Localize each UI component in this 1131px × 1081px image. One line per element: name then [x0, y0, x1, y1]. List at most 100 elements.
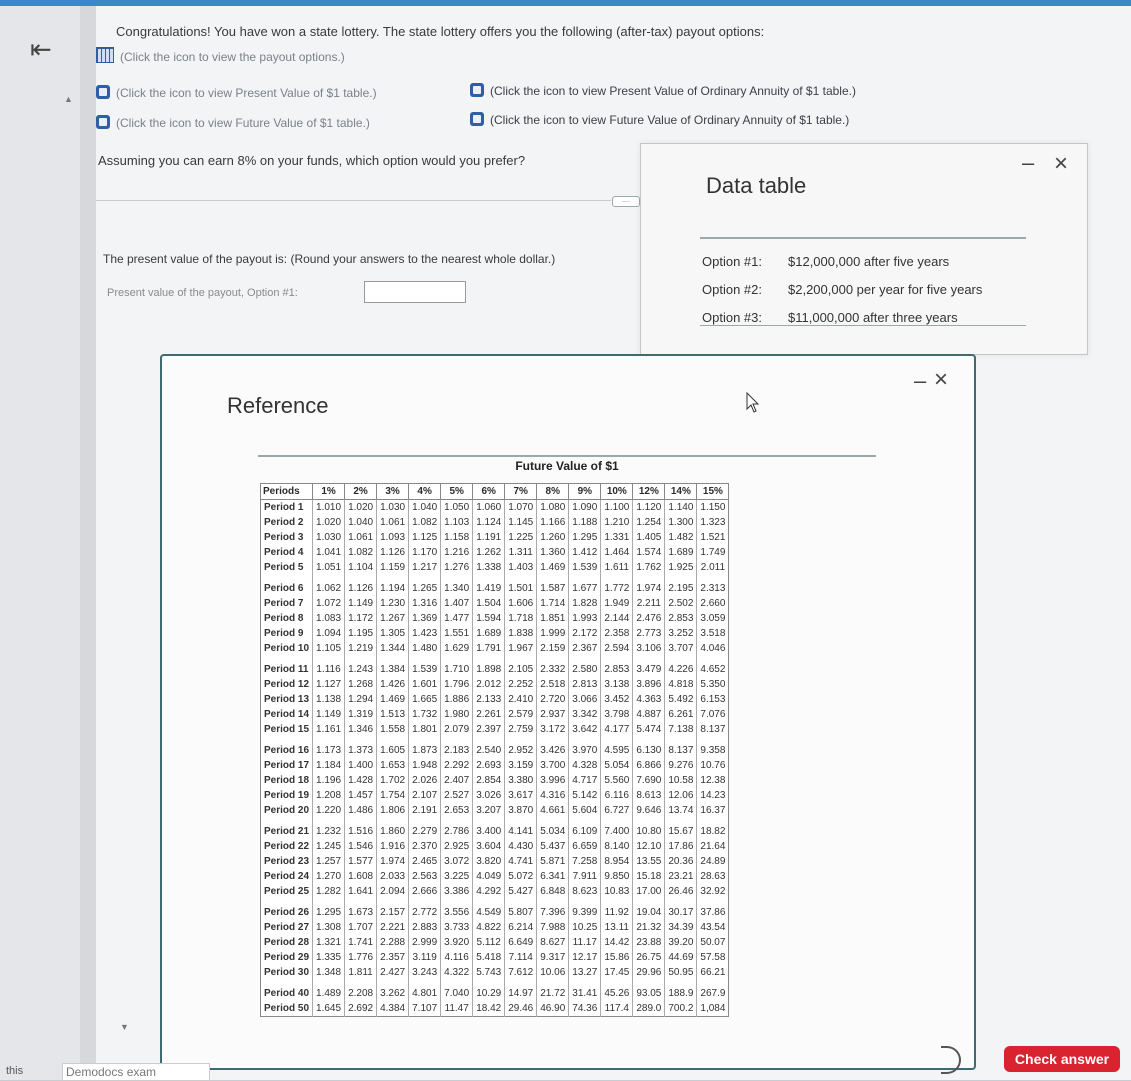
table-cell: 2.011: [696, 560, 729, 575]
table-cell: 23.21: [664, 869, 697, 884]
period-label: Period 28: [259, 935, 313, 950]
period-label: Period 22: [259, 839, 313, 854]
option-label: Option #2:: [702, 282, 762, 297]
document-icon[interactable]: [470, 112, 484, 126]
table-cell: 1.754: [376, 788, 409, 803]
table-cell: 3.733: [440, 920, 473, 935]
table-cell: 2.773: [632, 626, 665, 641]
pv-table-link[interactable]: (Click the icon to view Present Value of…: [96, 85, 377, 100]
table-cell: 1.090: [568, 499, 601, 515]
footer-text: this: [6, 1065, 24, 1077]
table-cell: 3.700: [536, 758, 569, 773]
table-cell: 13.27: [568, 965, 601, 980]
close-icon[interactable]: ×: [934, 366, 948, 394]
table-cell: 10.06: [536, 965, 569, 980]
table-cell: 4.801: [408, 980, 441, 1001]
table-cell: 10.83: [600, 884, 633, 899]
document-icon[interactable]: [96, 115, 110, 129]
document-icon[interactable]: [470, 83, 484, 97]
table-cell: 3.225: [440, 869, 473, 884]
table-cell: 6.341: [536, 869, 569, 884]
table-cell: 1.967: [504, 641, 537, 656]
table-cell: 2.693: [472, 758, 505, 773]
table-cell: 1.208: [312, 788, 345, 803]
table-cell: 2.540: [472, 737, 505, 758]
table-cell: 1.210: [600, 515, 633, 530]
divider: [258, 455, 876, 457]
table-cell: 2.594: [600, 641, 633, 656]
scroll-down-icon[interactable]: ▼: [120, 1022, 129, 1032]
table-cell: 1.188: [568, 515, 601, 530]
table-cell: 700.2: [664, 1001, 697, 1017]
footer-tab[interactable]: Demodocs exam: [62, 1063, 210, 1081]
table-cell: 1.243: [344, 656, 377, 677]
table-cell: 4.328: [568, 758, 601, 773]
table-cell: 93.05: [632, 980, 665, 1001]
table-cell: 4.322: [440, 965, 473, 980]
column-header: 12%: [632, 483, 666, 500]
check-answer-button[interactable]: Check answer: [1004, 1046, 1120, 1072]
table-cell: 1.265: [408, 575, 441, 596]
scrollbar[interactable]: [80, 6, 96, 1080]
fvoa-table-link[interactable]: (Click the icon to view Future Value of …: [470, 112, 849, 127]
table-cell: 4.549: [472, 899, 505, 920]
table-cell: 3.426: [536, 737, 569, 758]
expand-dots-button[interactable]: ....: [612, 196, 640, 207]
table-cell: 9.317: [536, 950, 569, 965]
column-header: 2%: [344, 483, 378, 500]
document-icon[interactable]: [96, 85, 110, 99]
table-cell: 7.690: [632, 773, 665, 788]
back-arrow-icon[interactable]: ⇤: [30, 34, 52, 65]
table-cell: 8.613: [632, 788, 665, 803]
future-value-table: Periods 1% 2% 3% 4% 5% 6% 7% 8% 9% 10% 12% 14% 15% Pe…: [259, 483, 730, 1017]
table-grid-icon[interactable]: [96, 47, 114, 63]
table-cell: 1.796: [440, 677, 473, 692]
table-cell: 4.430: [504, 839, 537, 854]
table-cell: 1.477: [440, 611, 473, 626]
table-cell: 2.183: [440, 737, 473, 758]
table-cell: 1.257: [312, 854, 345, 869]
table-cell: 1.898: [472, 656, 505, 677]
table-cell: 3.138: [600, 677, 633, 692]
table-cell: 2.191: [408, 803, 441, 818]
column-header: 8%: [536, 483, 570, 500]
table-row: Period 14 1.149 1.319 1.513 1.732 1.980 2.261 2…: [259, 707, 729, 722]
table-cell: 1.457: [344, 788, 377, 803]
table-cell: 2.937: [536, 707, 569, 722]
table-cell: 5.871: [536, 854, 569, 869]
close-icon[interactable]: ×: [1054, 150, 1068, 178]
table-cell: 1.521: [696, 530, 729, 545]
table-cell: 1.606: [504, 596, 537, 611]
table-cell: 6.866: [632, 758, 665, 773]
table-cell: 3.262: [376, 980, 409, 1001]
table-row: Period 1 1.010 1.020 1.030 1.040 1.050 1.060 1.…: [259, 499, 729, 515]
payout-options-link[interactable]: (Click the icon to view the payout optio…: [96, 47, 345, 64]
table-cell: 1.974: [376, 854, 409, 869]
table-cell: 1.718: [504, 611, 537, 626]
table-cell: 1.061: [344, 530, 377, 545]
table-cell: 4.652: [696, 656, 729, 677]
table-cell: 5.807: [504, 899, 537, 920]
table-cell: 7.107: [408, 1001, 441, 1017]
table-cell: 2.261: [472, 707, 505, 722]
table-cell: 2.144: [600, 611, 633, 626]
scroll-up-icon[interactable]: ▲: [64, 94, 73, 104]
table-cell: 5.142: [568, 788, 601, 803]
table-row: Period 20 1.220 1.486 1.806 2.191 2.653 3.207 3…: [259, 803, 729, 818]
table-cell: 1.539: [568, 560, 601, 575]
option1-pv-input[interactable]: [364, 281, 466, 303]
pvoa-table-link[interactable]: (Click the icon to view Present Value of…: [470, 83, 856, 98]
table-cell: 2.332: [536, 656, 569, 677]
column-header: 5%: [440, 483, 474, 500]
minimize-icon[interactable]: –: [1022, 150, 1034, 176]
fv-table-link[interactable]: (Click the icon to view Future Value of …: [96, 115, 370, 130]
table-cell: 1.423: [408, 626, 441, 641]
table-cell: 43.54: [696, 920, 729, 935]
table-cell: 21.64: [696, 839, 729, 854]
table-cell: 3.452: [600, 692, 633, 707]
minimize-icon[interactable]: –: [914, 368, 926, 394]
table-cell: 1.489: [312, 980, 345, 1001]
table-cell: 1.838: [504, 626, 537, 641]
table-cell: 3.896: [632, 677, 665, 692]
option-value: $12,000,000 after five years: [788, 254, 950, 269]
